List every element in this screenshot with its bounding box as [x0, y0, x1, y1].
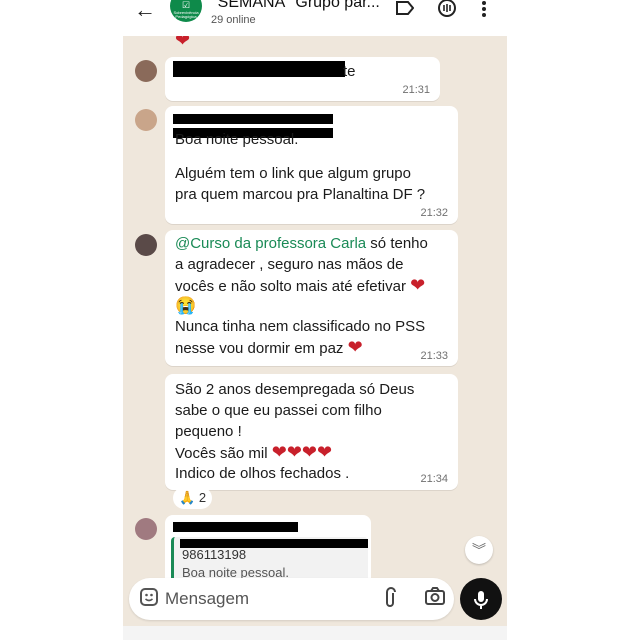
- message-input-bar[interactable]: Mensagem: [129, 578, 454, 620]
- heart-emoji: ❤: [286, 442, 302, 462]
- voice-chat-icon[interactable]: [437, 0, 457, 20]
- chat-area: ❤ te 21:31 Boa noite pessoal. Alguém tem…: [123, 0, 507, 640]
- message-line: @Curso da professora Carla só tenho: [175, 233, 428, 254]
- message-line: pequeno !: [175, 423, 242, 440]
- crying-emoji: 😭: [175, 296, 197, 315]
- message-line: vocês e não solto mais até efetivar ❤: [175, 275, 425, 297]
- message-time: 21:34: [420, 473, 448, 485]
- message-line: nesse vou dormir em paz ❤: [175, 337, 363, 359]
- avatar[interactable]: [135, 60, 157, 82]
- online-count: 29 online: [211, 14, 256, 26]
- mention-link[interactable]: @Curso da professora Carla: [175, 235, 366, 252]
- message-bubble[interactable]: te 21:31: [165, 57, 440, 101]
- camera-icon[interactable]: [425, 587, 445, 610]
- redacted-sender: [173, 114, 333, 124]
- message-text: Vocês são mil: [175, 445, 268, 462]
- message-bubble[interactable]: @Curso da professora Carla só tenho a ag…: [165, 230, 458, 366]
- message-bubble[interactable]: Boa noite pessoal. Alguém tem o link que…: [165, 106, 458, 224]
- message-list: ❤ te 21:31 Boa noite pessoal. Alguém tem…: [123, 0, 507, 640]
- avatar[interactable]: [135, 109, 157, 131]
- message-time: 21:33: [420, 350, 448, 362]
- system-nav-bar: [123, 626, 507, 640]
- microphone-button[interactable]: [460, 578, 502, 620]
- heart-emoji: ❤: [317, 442, 333, 462]
- heart-emoji: ❤: [271, 442, 287, 462]
- quote-number: 986113198: [182, 547, 247, 562]
- message-text: te: [343, 63, 356, 80]
- message-line: Nunca tinha nem classificado no PSS: [175, 318, 426, 335]
- redacted-sender: [173, 522, 298, 532]
- redacted-sender: [173, 61, 345, 77]
- scroll-down-button[interactable]: ︾: [465, 536, 493, 564]
- heart-emoji: ❤: [301, 442, 317, 462]
- message-text: nesse vou dormir em paz: [175, 340, 344, 357]
- heart-emoji: ❤: [410, 275, 426, 295]
- chevron-double-down-icon: ︾: [472, 542, 486, 558]
- group-avatar[interactable]: ☑ Sobrevivência Pedagógica: [170, 0, 202, 22]
- reaction-pill[interactable]: 🙏 2: [173, 487, 213, 509]
- message-line: Indico de olhos fechados .: [175, 465, 350, 482]
- heart-emoji: ❤: [347, 337, 363, 357]
- message-line: pra quem marcou pra Planaltina DF ?: [175, 186, 426, 203]
- message-text: vocês e não solto mais até efetivar: [175, 278, 406, 295]
- message-line: sabe o que eu passei com filho: [175, 402, 382, 419]
- more-vertical-icon[interactable]: [481, 0, 487, 20]
- avatar[interactable]: [135, 518, 157, 540]
- arrow-left-icon[interactable]: ←: [134, 0, 158, 22]
- attach-icon[interactable]: [383, 587, 397, 614]
- message-text: só tenho: [366, 235, 428, 252]
- message-bubble[interactable]: São 2 anos desempregada só Deus sabe o q…: [165, 374, 458, 490]
- message-line: São 2 anos desempregada só Deus: [175, 381, 415, 398]
- avatar[interactable]: [135, 234, 157, 256]
- message-line: Vocês são mil ❤❤❤❤: [175, 442, 332, 464]
- message-input[interactable]: Mensagem: [165, 589, 249, 609]
- microphone-icon: [474, 589, 488, 610]
- message-time: 21:32: [420, 207, 448, 219]
- message-line: Boa noite pessoal.: [175, 131, 299, 148]
- pray-emoji: 🙏: [179, 490, 196, 505]
- sticker-icon[interactable]: [139, 587, 159, 612]
- label-icon[interactable]: [396, 0, 415, 20]
- chat-header: ← ☑ Sobrevivência Pedagógica "SEMANA" Gr…: [0, 0, 640, 36]
- group-title[interactable]: "SEMANA" Grupo par...: [212, 0, 387, 12]
- message-line: Alguém tem o link que algum grupo: [175, 165, 411, 182]
- reaction-count: 2: [198, 490, 207, 505]
- message-line: a agradecer , seguro nas mãos de: [175, 256, 404, 273]
- message-time: 21:31: [402, 84, 430, 96]
- group-avatar-label: Sobrevivência Pedagógica: [173, 10, 199, 20]
